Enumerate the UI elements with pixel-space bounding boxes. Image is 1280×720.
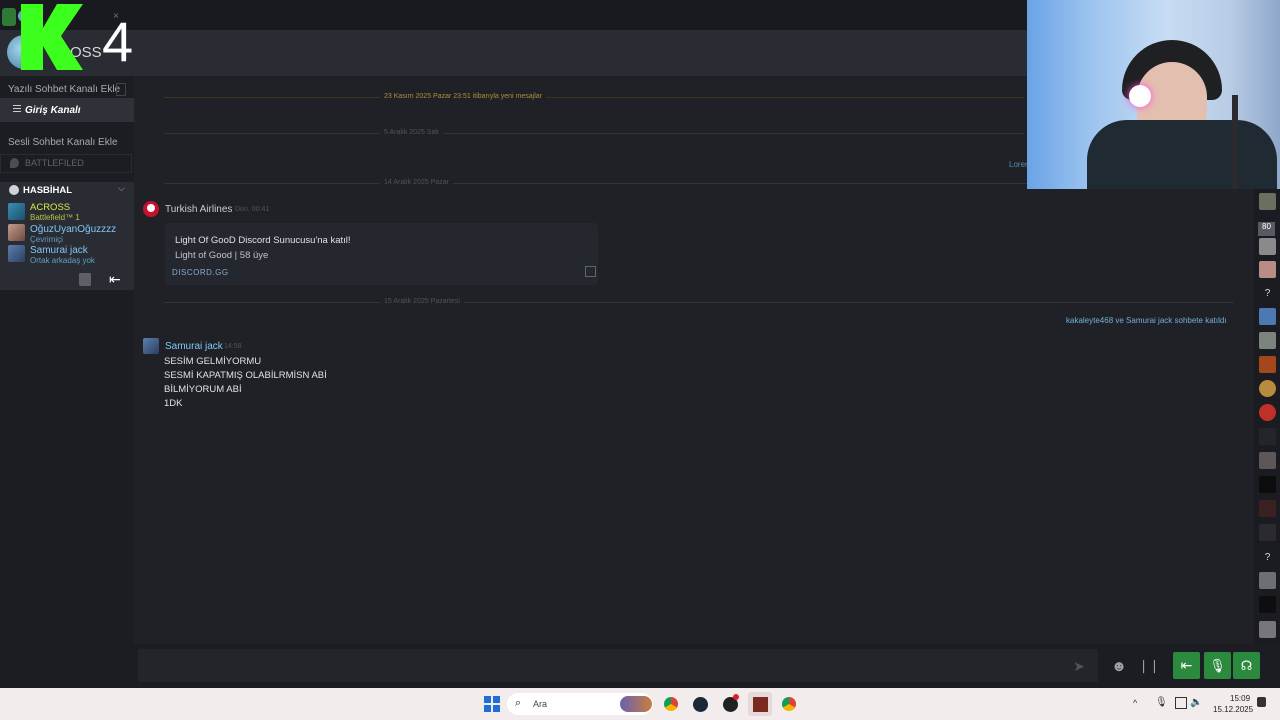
embed-link[interactable]: DISCORD.GG	[172, 268, 229, 277]
embed-subtitle: Light of Good | 58 üye	[175, 250, 269, 261]
avatar[interactable]	[1259, 428, 1276, 445]
search-highlight-icon	[620, 696, 652, 712]
avatar[interactable]	[1259, 238, 1276, 255]
embed-title[interactable]: Light Of GooD Discord Sunucusu'na katıl!	[175, 235, 351, 246]
avatar[interactable]	[1259, 452, 1276, 469]
date-divider-label: 14 Aralık 2025 Pazar	[380, 179, 453, 186]
text-channel-name[interactable]: Giriş Kanalı	[25, 105, 81, 116]
airline-logo-icon	[147, 204, 155, 212]
new-messages-divider	[164, 97, 1024, 98]
date-divider	[164, 133, 1024, 134]
search-icon: ⌕	[515, 697, 522, 709]
voice-pin-icon	[10, 158, 19, 168]
avatar[interactable]	[8, 224, 25, 241]
search-placeholder[interactable]: Ara	[533, 699, 547, 709]
avatar[interactable]	[1259, 380, 1276, 397]
microphone-tray-icon[interactable]: 🎙	[1155, 697, 1168, 708]
clock-time[interactable]: 15:09	[1230, 694, 1250, 703]
chat-header	[0, 30, 1027, 76]
date-divider-label: 15 Aralık 2025 Pazartesi	[380, 298, 464, 305]
member-status: Çevrimiçi	[30, 235, 63, 244]
webcam-overlay	[1027, 0, 1280, 189]
message-line: SESMİ KAPATMIŞ OLABİLRMİSN ABİ	[164, 370, 327, 381]
date-divider	[164, 302, 1234, 303]
message-line: SESİM GELMİYORMU	[164, 356, 262, 367]
avatar[interactable]	[8, 203, 25, 220]
chrome-icon[interactable]	[779, 694, 799, 714]
avatar[interactable]	[1259, 572, 1276, 589]
avatar[interactable]	[1259, 356, 1276, 373]
message-time: Dün, 00:41	[235, 206, 270, 213]
send-icon[interactable]: ➤	[1066, 653, 1092, 679]
start-icon[interactable]	[484, 696, 500, 712]
steam-icon[interactable]	[690, 694, 710, 714]
microphone-button[interactable]: 🎙	[1204, 652, 1231, 679]
avatar[interactable]	[1259, 476, 1276, 493]
rail-avatar-80[interactable]: 80	[1258, 222, 1275, 236]
avatar[interactable]	[143, 338, 159, 354]
join-notice: kakaleyte468 ve Samurai jack sohbete kat…	[1066, 316, 1227, 325]
avatar[interactable]	[1259, 404, 1276, 421]
overlay-k-logo	[21, 4, 83, 70]
mic-status-icon	[2, 8, 16, 26]
notification-bell-icon[interactable]	[1257, 697, 1266, 707]
avatar[interactable]	[1259, 193, 1276, 210]
monitor-icon[interactable]	[1175, 697, 1187, 709]
leave-channel-icon[interactable]: ⇤	[109, 271, 121, 288]
copy-icon[interactable]	[585, 266, 596, 277]
date-divider-label: 5 Aralık 2025 Salı	[380, 129, 443, 136]
avatar[interactable]	[1259, 332, 1276, 349]
member-status: Ortak arkadaş yok	[30, 256, 95, 265]
member-name-samurai[interactable]: Samurai jack	[30, 245, 88, 256]
new-messages-label: 23 Kasım 2025 Pazar 23:51 itibarıyla yen…	[380, 93, 546, 100]
avatar[interactable]	[1259, 308, 1276, 325]
attach-icon[interactable]: ❘❘	[1136, 653, 1162, 679]
voice-pin-icon-active	[9, 185, 19, 195]
avatar[interactable]	[1259, 500, 1276, 517]
message-line: 1DK	[164, 398, 183, 409]
voice-channel-name-1[interactable]: BATTLEFILED	[25, 158, 84, 168]
emoji-icon[interactable]: ☻	[1106, 653, 1132, 679]
add-voice-channel-label[interactable]: Sesli Sohbet Kanalı Ekle	[8, 137, 118, 148]
unknown-avatar[interactable]: ?	[1259, 285, 1276, 302]
member-status: Battlefield™ 1	[30, 213, 80, 222]
member-name-oguz[interactable]: OğuzUyanOğuzzzz	[30, 224, 116, 235]
volume-icon[interactable]: 🔈	[1190, 697, 1202, 708]
chevron-down-icon[interactable]: ⌵	[118, 183, 125, 194]
add-text-channel-label[interactable]: Yazılı Sohbet Kanalı Ekle	[8, 84, 120, 95]
message-input[interactable]	[138, 649, 1098, 682]
message-time: 14:58	[224, 343, 242, 350]
channel-list-icon	[13, 105, 21, 113]
settings-icon[interactable]	[79, 273, 91, 286]
lock-icon	[116, 83, 126, 96]
voice-channel-name-2[interactable]: HASBİHAL	[23, 185, 72, 196]
chrome-icon[interactable]	[661, 694, 681, 714]
notification-dot-icon	[733, 694, 739, 700]
member-name-across[interactable]: ACROSS	[30, 202, 70, 213]
avatar[interactable]	[1259, 524, 1276, 541]
game-icon[interactable]	[750, 694, 770, 714]
message-author[interactable]: Turkish Airlines	[165, 204, 232, 215]
clock-date[interactable]: 15.12.2025	[1213, 705, 1253, 714]
message-author[interactable]: Samurai jack	[165, 341, 223, 352]
avatar[interactable]	[1259, 261, 1276, 278]
leave-voice-button[interactable]: ⇤	[1173, 652, 1200, 679]
overlay-number: 4	[102, 10, 134, 73]
message-line: BİLMİYORUM ABİ	[164, 384, 242, 395]
unknown-avatar[interactable]: ?	[1259, 549, 1276, 566]
avatar[interactable]	[8, 245, 25, 262]
chevron-up-icon[interactable]: ^	[1133, 698, 1137, 708]
headphones-button[interactable]: ☊	[1233, 652, 1260, 679]
avatar[interactable]	[1259, 621, 1276, 638]
avatar[interactable]	[1259, 596, 1276, 613]
